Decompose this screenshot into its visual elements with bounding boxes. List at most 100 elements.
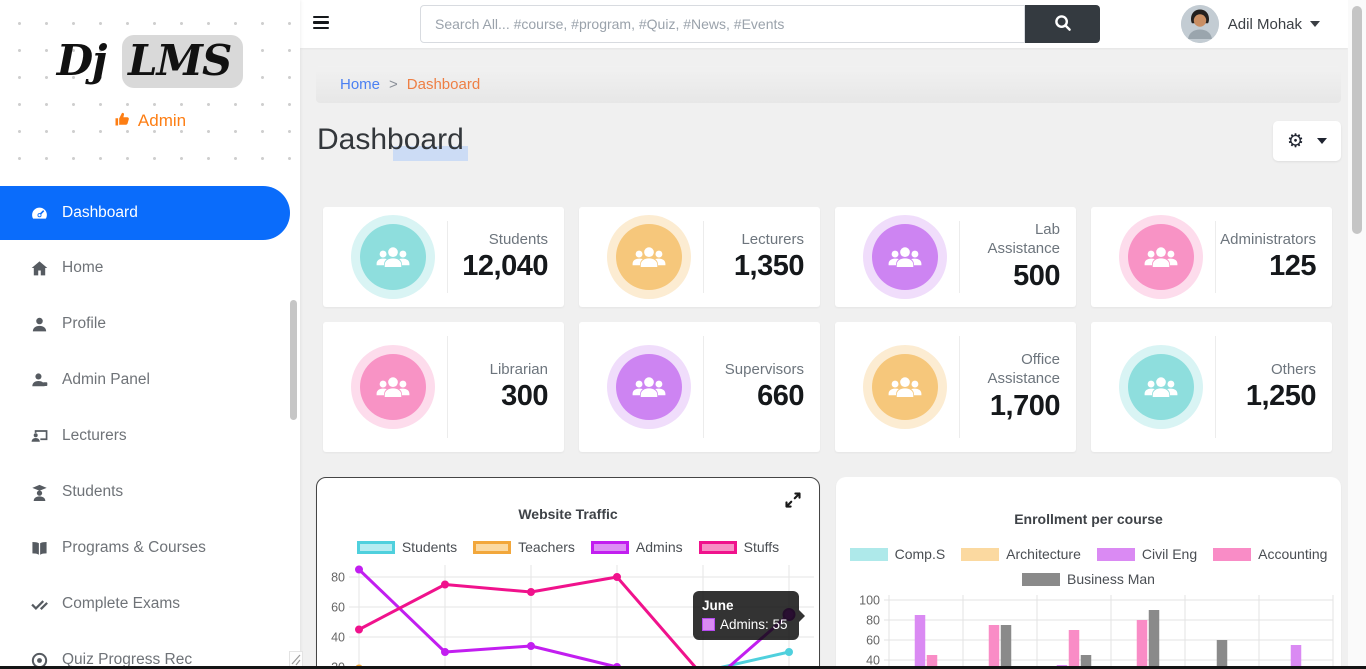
users-group-icon (1128, 224, 1194, 290)
legend-item-admins[interactable]: Admins (591, 539, 683, 555)
legend-label: Accounting (1258, 546, 1327, 562)
gear-icon: ⚙ (1287, 132, 1304, 151)
resize-grip[interactable] (289, 651, 303, 667)
divider (1215, 221, 1216, 293)
divider (703, 336, 704, 438)
stat-label: Others (1271, 361, 1316, 380)
legend-label: Comp.S (895, 546, 946, 562)
users-group-icon (616, 224, 682, 290)
legend-swatch (850, 548, 888, 561)
stat-value: 1,250 (1246, 380, 1316, 413)
stat-icon-halo (351, 215, 435, 299)
sidebar-item-profile[interactable]: Profile (0, 296, 300, 352)
users-group-icon (1128, 354, 1194, 420)
bar-chart: 100806040 (836, 587, 1341, 669)
stat-value: 500 (1013, 260, 1060, 293)
stat-label: Students (489, 231, 548, 250)
chart-legend: Comp.S Architecture Civil Eng Accounting (836, 546, 1341, 562)
logo-lms-badge: LMS (122, 35, 243, 88)
tooltip-title: June (702, 598, 788, 613)
sidebar-item-dashboard[interactable]: Dashboard (0, 186, 290, 240)
legend-swatch (961, 548, 999, 561)
legend-label: Teachers (518, 539, 575, 555)
stat-icon-halo (863, 215, 947, 299)
sidebar-scrollbar[interactable] (290, 300, 297, 420)
sidebar-item-programs-courses[interactable]: Programs & Courses (0, 520, 300, 576)
stat-value: 125 (1269, 250, 1316, 283)
stat-label: Lecturers (741, 231, 804, 250)
home-icon (30, 259, 49, 278)
sidebar-item-complete-exams[interactable]: Complete Exams (0, 576, 300, 632)
svg-text:60: 60 (866, 634, 880, 648)
divider (703, 221, 704, 293)
divider (447, 336, 448, 438)
profile-icon (30, 315, 49, 334)
chart-title: Enrollment per course (836, 511, 1341, 527)
topbar: Adil Mohak (300, 0, 1348, 48)
svg-text:100: 100 (859, 594, 880, 608)
page-scrollbar-thumb[interactable] (1352, 6, 1362, 234)
user-menu[interactable]: Adil Mohak (1181, 0, 1320, 48)
stat-label: Office Assistance (965, 351, 1060, 389)
legend-swatch (1097, 548, 1135, 561)
stat-value: 1,350 (734, 250, 804, 283)
sidebar-item-quiz-progress-rec[interactable]: Quiz Progress Rec (0, 632, 300, 669)
sidebar-item-admin-panel[interactable]: Admin Panel (0, 352, 300, 408)
stat-icon-halo (1119, 345, 1203, 429)
stat-icon-halo (863, 345, 947, 429)
settings-dropdown-button[interactable]: ⚙ (1273, 121, 1341, 161)
chevron-down-icon (1310, 21, 1320, 27)
legend-item-stuffs[interactable]: Stuffs (699, 539, 780, 555)
svg-text:60: 60 (331, 601, 345, 615)
chevron-down-icon (1317, 138, 1327, 144)
legend-swatch (1213, 548, 1251, 561)
users-group-icon (360, 224, 426, 290)
users-group-icon (360, 354, 426, 420)
search-button[interactable] (1025, 5, 1100, 43)
users-group-icon (872, 224, 938, 290)
breadcrumb: Home > Dashboard (316, 66, 1341, 103)
breadcrumb-current: Dashboard (407, 76, 480, 93)
chart-tooltip: June Admins: 55 (693, 591, 799, 640)
legend-item-architecture[interactable]: Architecture (961, 546, 1081, 562)
admin-role-link[interactable]: Admin (0, 111, 300, 131)
stat-label: Librarian (490, 361, 548, 380)
sidebar-item-label: Programs & Courses (62, 539, 206, 557)
sidebar-item-students[interactable]: Students (0, 464, 300, 520)
users-group-icon (872, 354, 938, 420)
legend-item-accounting[interactable]: Accounting (1213, 546, 1327, 562)
exams-icon (30, 595, 49, 614)
stat-label: Supervisors (725, 361, 804, 380)
legend-item-teachers[interactable]: Teachers (473, 539, 575, 555)
thumbs-up-icon (114, 111, 131, 128)
divider (959, 221, 960, 293)
sidebar-item-lecturers[interactable]: Lecturers (0, 408, 300, 464)
website-traffic-card: Website Traffic StudentsTeachersAdminsSt… (316, 477, 820, 669)
breadcrumb-separator: > (389, 76, 398, 93)
stat-value: 300 (501, 380, 548, 413)
stat-icon-halo (607, 345, 691, 429)
legend-swatch (357, 541, 395, 554)
svg-text:80: 80 (331, 571, 345, 585)
sidebar: Dj LMS Admin DashboardHomeProfileAdmin P… (0, 0, 300, 669)
legend-swatch (1022, 573, 1060, 586)
search-input[interactable] (420, 5, 1025, 43)
legend-item-students[interactable]: Students (357, 539, 457, 555)
stat-icon-halo (351, 345, 435, 429)
sidebar-item-label: Dashboard (62, 204, 138, 222)
sidebar-item-label: Students (62, 483, 123, 501)
stat-card-supervisors: Supervisors 660 (579, 322, 820, 452)
hamburger-menu-icon[interactable] (313, 16, 329, 31)
legend-item-civil-eng[interactable]: Civil Eng (1097, 546, 1197, 562)
breadcrumb-home-link[interactable]: Home (340, 76, 380, 93)
divider (447, 221, 448, 293)
legend-item-business-man[interactable]: Business Man (1022, 571, 1155, 587)
svg-text:80: 80 (866, 614, 880, 628)
page-title: Dashboard (317, 123, 464, 157)
legend-swatch (699, 541, 737, 554)
legend-item-comp-s[interactable]: Comp.S (850, 546, 946, 562)
expand-icon[interactable] (783, 490, 805, 512)
sidebar-item-home[interactable]: Home (0, 240, 300, 296)
legend-swatch (473, 541, 511, 554)
avatar (1181, 5, 1219, 43)
